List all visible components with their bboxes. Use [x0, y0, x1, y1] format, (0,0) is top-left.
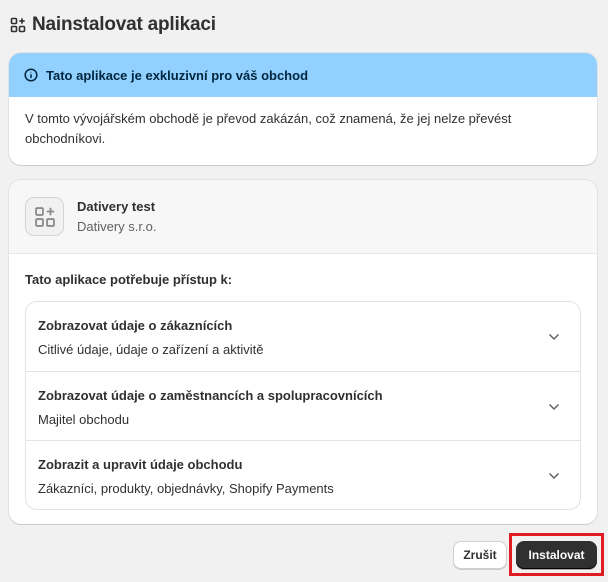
permission-title: Zobrazit a upravit údaje obchodu: [38, 457, 243, 472]
info-icon: [24, 68, 38, 82]
banner-body: V tomto vývojářském obchodě je převod za…: [25, 111, 512, 146]
app-name: Dativery test: [77, 199, 156, 214]
cancel-button[interactable]: Zrušit: [453, 541, 507, 569]
chevron-down-icon[interactable]: [548, 403, 560, 411]
banner-header: Tato aplikace je exkluzivní pro váš obch…: [9, 53, 597, 97]
app-summary: Dativery test Dativery s.r.o.: [9, 180, 597, 254]
install-app-page: Nainstalovat aplikaci Tato aplikace je e…: [0, 0, 608, 582]
permission-staff-data[interactable]: Zobrazovat údaje o zaměstnancích a spolu…: [26, 371, 580, 440]
app-info: Dativery test Dativery s.r.o.: [77, 199, 156, 234]
permission-customer-data[interactable]: Zobrazovat údaje o zákaznících Citlivé ú…: [26, 302, 580, 371]
chevron-down-icon[interactable]: [548, 472, 560, 480]
permission-description: Majitel obchodu: [38, 412, 130, 427]
apps-add-icon: [10, 17, 26, 33]
page-title: Nainstalovat aplikaci: [32, 14, 216, 35]
access-label: Tato aplikace potřebuje přístup k:: [25, 272, 233, 287]
permission-store-data[interactable]: Zobrazit a upravit údaje obchodu Zákazní…: [26, 440, 580, 509]
permission-description: Zákazníci, produkty, objednávky, Shopify…: [38, 481, 334, 496]
permission-list: Zobrazovat údaje o zákaznících Citlivé ú…: [25, 301, 581, 510]
app-details-card: Dativery test Dativery s.r.o. Tato aplik…: [9, 180, 597, 524]
banner-title: Tato aplikace je exkluzivní pro váš obch…: [46, 67, 309, 83]
permission-title: Zobrazovat údaje o zaměstnancích a spolu…: [38, 388, 383, 403]
app-vendor: Dativery s.r.o.: [77, 219, 157, 234]
app-icon: [25, 197, 64, 236]
chevron-down-icon[interactable]: [548, 333, 560, 341]
install-button[interactable]: Instalovat: [516, 541, 597, 569]
permission-description: Citlivé údaje, údaje o zařízení a aktivi…: [38, 342, 264, 357]
page-header: Nainstalovat aplikaci: [10, 14, 216, 36]
exclusive-app-banner: Tato aplikace je exkluzivní pro váš obch…: [9, 53, 597, 165]
permission-title: Zobrazovat údaje o zákaznících: [38, 318, 233, 333]
